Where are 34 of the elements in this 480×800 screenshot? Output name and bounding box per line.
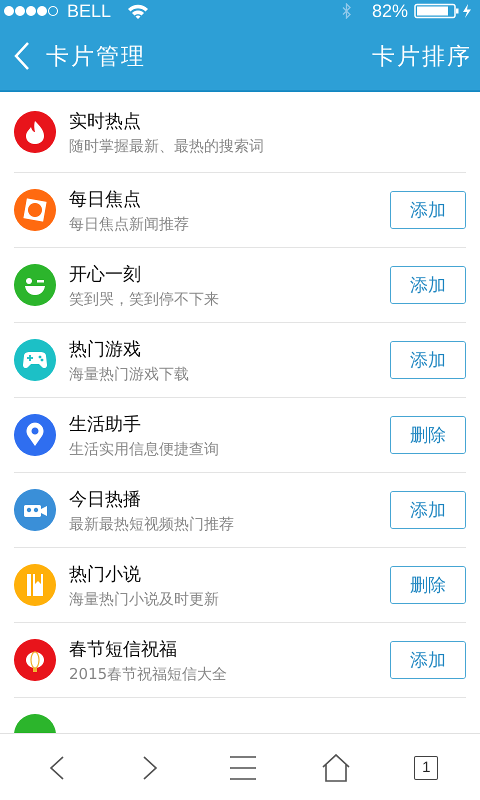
bluetooth-icon [342, 3, 352, 19]
card-description: 海量热门小说及时更新 [69, 590, 220, 608]
battery-icon [414, 3, 474, 19]
card-toggle-button[interactable]: 删除 [390, 566, 466, 604]
card-description: 随时掌握最新、最热的搜索词 [69, 136, 265, 156]
card-title: 春节短信祝福 [69, 638, 178, 660]
battery-percent: 82% [372, 0, 408, 22]
card-title: 热门小说 [69, 562, 142, 586]
card-toggle-button[interactable]: 添加 [390, 641, 466, 679]
signal-icon [4, 5, 61, 17]
carrier-name: BELL [67, 0, 112, 22]
card-title: 每日焦点 [69, 188, 142, 210]
card-description: 生活实用信息便捷查询 [69, 440, 220, 458]
back-icon [14, 41, 30, 71]
card-title: 生活助手 [69, 412, 142, 436]
card-toggle-button[interactable]: 删除 [390, 416, 466, 454]
card-title: 热门游戏 [69, 338, 142, 360]
card-toggle-button[interactable]: 添加 [390, 266, 466, 304]
card-title: 开心一刻 [69, 262, 142, 286]
wifi-icon [127, 3, 150, 19]
card-description: 最新最热短视频热门推荐 [69, 514, 235, 534]
card-toggle-button[interactable]: 添加 [390, 341, 466, 379]
home-icon[interactable] [321, 752, 352, 782]
card-toggle-button[interactable]: 添加 [390, 491, 466, 529]
back-button[interactable]: 卡片管理 [14, 40, 146, 72]
sort-cards-button[interactable]: 卡片排序 [372, 40, 472, 72]
card-description: 2015春节祝福短信大全 [69, 664, 228, 684]
card-toggle-button[interactable]: 添加 [390, 191, 466, 229]
card-title: 今日热播 [69, 488, 142, 510]
card-description: 每日焦点新闻推荐 [69, 214, 190, 234]
card-description: 笑到哭，笑到停不下来 [69, 290, 220, 308]
tab-count-button[interactable]: 1 [414, 756, 438, 780]
card-description: 海量热门游戏下载 [69, 364, 190, 384]
card-title: 实时热点 [69, 110, 142, 132]
